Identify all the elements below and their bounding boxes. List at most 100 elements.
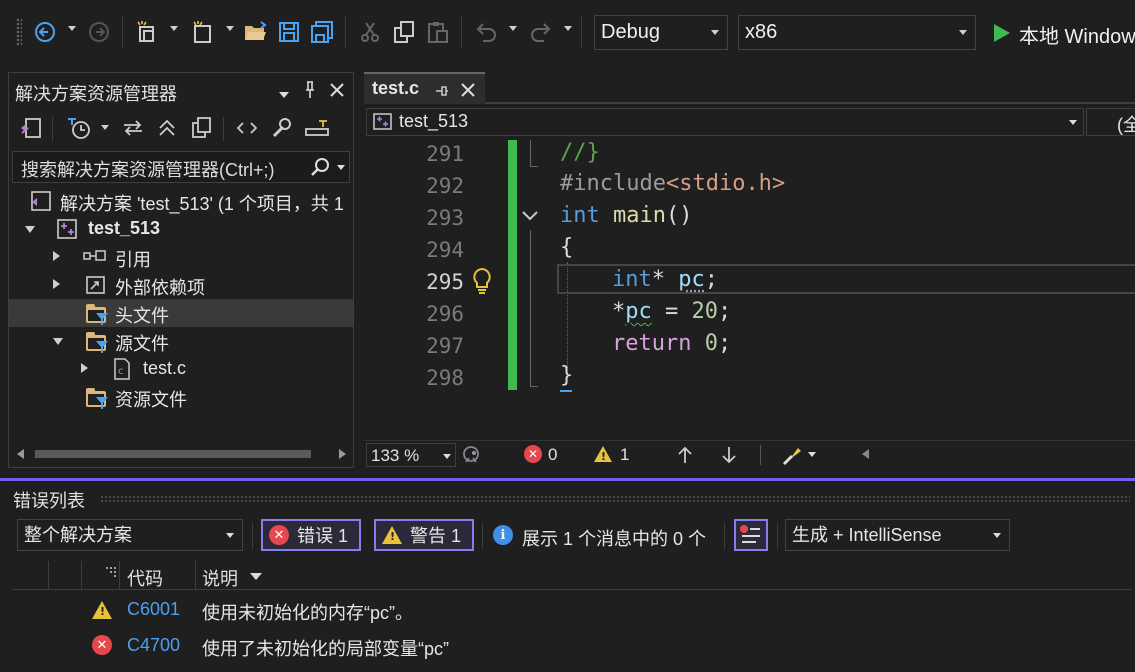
filter-dropdown-icon[interactable] [101,125,109,130]
code-line-294: { [560,235,573,260]
arrow-up-icon[interactable] [676,445,694,470]
view-code-icon[interactable] [233,113,261,143]
toolbar-separator [122,16,123,48]
paste-icon[interactable] [425,18,451,46]
lightbulb-icon[interactable] [471,266,493,301]
tree-item-solution[interactable]: 解决方案 'test_513' (1 个项目，共 1 [9,187,353,215]
search-icon[interactable] [310,157,332,182]
tree-item-references[interactable]: 引用 [9,243,353,271]
back-dropdown-icon[interactable] [68,26,76,31]
tree-item-source-files[interactable]: 源文件 [9,327,353,355]
copy-icon[interactable] [391,18,417,46]
scope-filter-combo[interactable]: 整个解决方案 [17,519,243,551]
sync-with-document-icon[interactable] [119,113,147,143]
pending-changes-filter-icon[interactable] [61,113,97,143]
collapse-region-icon[interactable] [521,208,539,228]
warnings-filter-label: 警告 1 [410,522,461,548]
redo-dropdown-icon[interactable] [564,26,572,31]
back-icon[interactable] [32,18,58,46]
close-tab-icon[interactable] [460,82,476,103]
switch-views-icon[interactable] [15,113,47,143]
collapse-all-icon[interactable] [153,113,181,143]
error-list-row[interactable]: ! C6001 使用未初始化的内存“pc”。 [0,593,1135,627]
undo-icon[interactable] [473,18,499,46]
scroll-left-icon[interactable] [17,449,24,459]
errors-filter-label: 错误 1 [297,522,348,548]
errors-filter-button[interactable]: ✕ 错误 1 [261,519,361,551]
undo-dropdown-icon[interactable] [509,26,517,31]
source-filter-combo[interactable]: 生成 + IntelliSense [785,519,1010,551]
toolbar-separator [52,117,53,141]
column-chooser-icon[interactable] [104,563,118,583]
panel-menu-icon[interactable] [277,85,291,105]
show-all-files-icon[interactable] [187,113,215,143]
scrollbar-thumb[interactable] [35,450,311,458]
search-options-dropdown-icon[interactable] [337,165,345,170]
chevron-down-icon [226,533,234,538]
pin-tab-icon[interactable] [434,83,450,103]
tree-item-header-files[interactable]: 头文件 [9,299,353,327]
new-project-dropdown-icon[interactable] [170,26,178,31]
solution-config-combo[interactable]: Debug [594,15,728,50]
code-cleanup-brush-icon[interactable] [780,444,804,471]
column-divider [195,561,196,589]
sort-descending-icon[interactable] [250,573,262,580]
editor-tab-strip: test.c [364,72,1135,104]
run-debugger-button[interactable]: 本地 Windows [1019,20,1135,49]
properties-wrench-icon[interactable] [267,113,295,143]
run-icon[interactable] [992,22,1012,49]
cut-icon[interactable] [357,18,383,46]
error-code-link[interactable]: C6001 [127,599,180,620]
main-toolbar: Debug x86 本地 Windows [0,0,1135,66]
open-folder-icon[interactable] [243,18,269,46]
tree-item-project[interactable]: test_513 [9,215,353,243]
error-count-icon[interactable]: ✕ [524,445,542,463]
preview-selected-icon[interactable] [301,113,333,143]
scroll-right-icon[interactable] [339,449,346,459]
cleanup-dropdown-icon[interactable] [808,452,816,457]
save-icon[interactable] [276,18,302,46]
error-list-row[interactable]: ✕ C4700 使用了未初始化的局部变量“pc” [0,629,1135,663]
panel-grip[interactable] [100,495,1130,503]
info-icon[interactable]: i [493,525,513,545]
save-all-icon[interactable] [309,18,335,46]
close-icon[interactable] [328,81,346,104]
new-file-icon[interactable] [190,18,216,46]
column-divider [48,561,49,589]
build-intellisense-filter-icon[interactable] [734,519,768,551]
error-code-link[interactable]: C4700 [127,635,180,656]
expand-arrow-icon[interactable] [53,279,60,289]
new-file-dropdown-icon[interactable] [226,26,234,31]
tree-item-test-c[interactable]: c test.c [9,355,353,383]
arrow-down-icon[interactable] [720,445,738,470]
expand-arrow-icon[interactable] [81,363,88,373]
tree-item-external-dependencies[interactable]: 外部依赖项 [9,271,353,299]
toolbar-separator [223,117,224,141]
toolbar-grip[interactable] [16,18,22,46]
project-scope-combo[interactable]: test_513 [366,108,1084,136]
expand-arrow-icon[interactable] [53,251,60,261]
warnings-filter-button[interactable]: ! 警告 1 [374,519,474,551]
error-list-title: 错误列表 [13,487,85,513]
pin-icon[interactable] [303,80,317,105]
code-editor[interactable]: 291 292 293 294 295 296 297 298 //} #inc… [364,140,1135,440]
code-punct: * [612,299,625,324]
global-scope-combo[interactable]: (全 [1086,108,1135,136]
solution-search-input[interactable]: 搜索解决方案资源管理器(Ctrl+;) [12,151,350,183]
expand-arrow-icon[interactable] [53,338,63,345]
zoom-combo[interactable]: 133 % [366,443,456,467]
tree-item-resource-files[interactable]: 资源文件 [9,383,353,411]
expand-arrow-icon[interactable] [25,226,35,233]
forward-icon[interactable] [86,18,112,46]
code-variable-warning: pc [625,299,652,324]
new-project-icon[interactable] [134,18,160,46]
copilot-icon[interactable] [460,444,482,471]
scroll-left-icon[interactable] [862,449,869,459]
warning-count-icon[interactable]: ! [594,446,612,462]
messages-filter-button[interactable]: 展示 1 个消息中的 0 个 [522,525,706,551]
solution-platform-combo[interactable]: x86 [738,15,976,50]
chevron-down-icon [993,533,1001,538]
horizontal-scrollbar[interactable] [17,445,347,463]
tab-test-c[interactable]: test.c [364,72,485,104]
redo-icon[interactable] [528,18,554,46]
